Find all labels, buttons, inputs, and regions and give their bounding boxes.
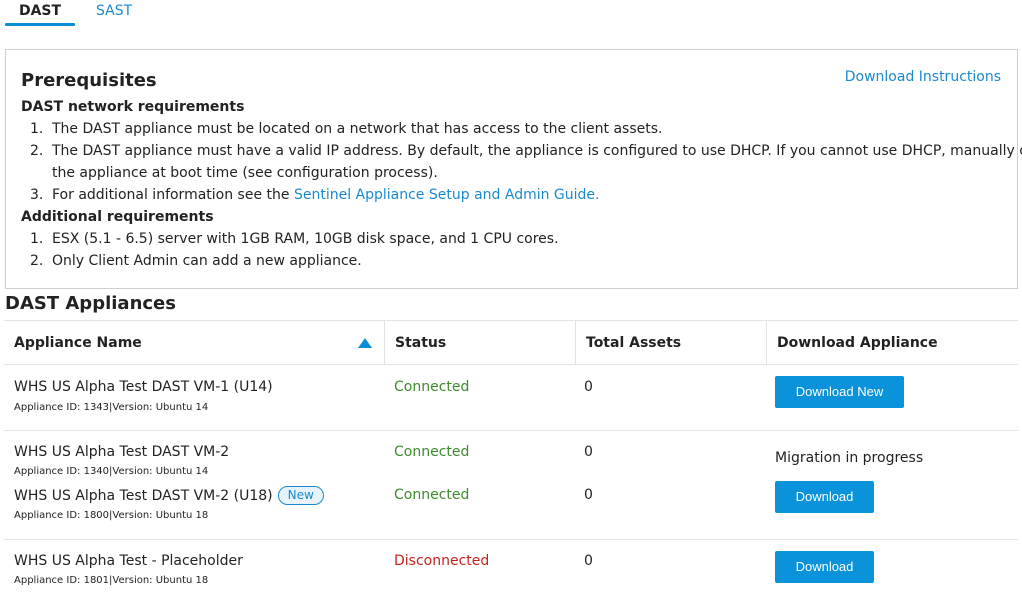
column-header-total-assets[interactable]: Total Assets bbox=[575, 321, 766, 365]
additional-requirement-item: 1. ESX (5.1 - 6.5) server with 1GB RAM, 1… bbox=[30, 228, 559, 250]
network-requirements-heading: DAST network requirements bbox=[21, 99, 245, 115]
tab-dast[interactable]: DAST bbox=[5, 3, 75, 26]
item-continuation: the appliance at boot time (see configur… bbox=[52, 165, 438, 181]
appliance-name: WHS US Alpha Test - Placeholder bbox=[14, 553, 243, 569]
total-assets: 0 bbox=[584, 553, 593, 569]
download-new-button[interactable]: Download New bbox=[775, 376, 904, 408]
status-badge: Connected bbox=[394, 487, 470, 503]
network-requirement-item: 1. The DAST appliance must be located on … bbox=[30, 118, 662, 140]
table-header: Appliance Name Status Total Assets Downl… bbox=[4, 320, 1018, 365]
additional-requirement-item: 2. Only Client Admin can add a new applia… bbox=[30, 250, 362, 272]
new-badge: New bbox=[277, 486, 324, 505]
total-assets: 0 bbox=[584, 379, 593, 395]
prerequisites-title: Prerequisites bbox=[21, 70, 157, 91]
admin-guide-link[interactable]: Sentinel Appliance Setup and Admin Guide… bbox=[294, 187, 600, 203]
column-header-download-appliance: Download Appliance bbox=[766, 321, 1018, 365]
status-badge: Disconnected bbox=[394, 553, 490, 569]
prerequisites-panel: Prerequisites Download Instructions DAST… bbox=[5, 49, 1022, 289]
item-text: ESX (5.1 - 6.5) server with 1GB RAM, 10G… bbox=[52, 231, 559, 247]
appliance-name: WHS US Alpha Test DAST VM-1 (U14) bbox=[14, 379, 273, 395]
item-number: 2. bbox=[30, 253, 44, 269]
tab-bar: DAST SAST bbox=[0, 0, 1022, 28]
table-row: WHS US Alpha Test DAST VM-2 Appliance ID… bbox=[4, 430, 1018, 539]
item-number: 1. bbox=[30, 231, 44, 247]
additional-requirements-heading: Additional requirements bbox=[21, 209, 214, 225]
column-label: Appliance Name bbox=[14, 335, 142, 351]
download-instructions-link[interactable]: Download Instructions bbox=[845, 69, 1001, 85]
status-badge: Connected bbox=[394, 379, 470, 395]
appliance-meta: Appliance ID: 1800|Version: Ubuntu 18 bbox=[14, 510, 209, 521]
appliance-name: WHS US Alpha Test DAST VM-2 bbox=[14, 444, 230, 460]
column-header-status[interactable]: Status bbox=[384, 321, 575, 365]
total-assets: 0 bbox=[584, 487, 593, 503]
item-text: Only Client Admin can add a new applianc… bbox=[52, 253, 362, 269]
item-number: 2. bbox=[30, 143, 44, 159]
appliance-meta: Appliance ID: 1340|Version: Ubuntu 14 bbox=[14, 466, 209, 477]
total-assets: 0 bbox=[584, 444, 593, 460]
network-requirement-item: 2. The DAST appliance must have a valid I… bbox=[30, 140, 1022, 162]
item-text: The DAST appliance must be located on a … bbox=[52, 121, 663, 137]
appliance-name-text: WHS US Alpha Test DAST VM-2 (U18) bbox=[14, 488, 273, 504]
item-text: For additional information see the bbox=[52, 187, 294, 203]
table-row: WHS US Alpha Test - Placeholder Applianc… bbox=[4, 539, 1018, 604]
download-button[interactable]: Download bbox=[775, 481, 874, 513]
column-header-appliance-name[interactable]: Appliance Name bbox=[4, 321, 384, 365]
item-number: 1. bbox=[30, 121, 44, 137]
appliances-title: DAST Appliances bbox=[5, 293, 176, 314]
appliance-name: WHS US Alpha Test DAST VM-2 (U18) New bbox=[14, 486, 324, 505]
item-text: The DAST appliance must have a valid IP … bbox=[52, 143, 1022, 159]
migration-status: Migration in progress bbox=[775, 450, 924, 466]
table-row: WHS US Alpha Test DAST VM-1 (U14) Applia… bbox=[4, 364, 1018, 430]
tab-sast[interactable]: SAST bbox=[96, 3, 132, 19]
download-button[interactable]: Download bbox=[775, 551, 874, 583]
status-badge: Connected bbox=[394, 444, 470, 460]
appliance-meta: Appliance ID: 1801|Version: Ubuntu 18 bbox=[14, 575, 209, 586]
network-requirement-item: 3. For additional information see the Sen… bbox=[30, 184, 600, 206]
item-number: 3. bbox=[30, 187, 44, 203]
sort-ascending-icon[interactable] bbox=[358, 338, 372, 348]
appliance-meta: Appliance ID: 1343|Version: Ubuntu 14 bbox=[14, 402, 209, 413]
